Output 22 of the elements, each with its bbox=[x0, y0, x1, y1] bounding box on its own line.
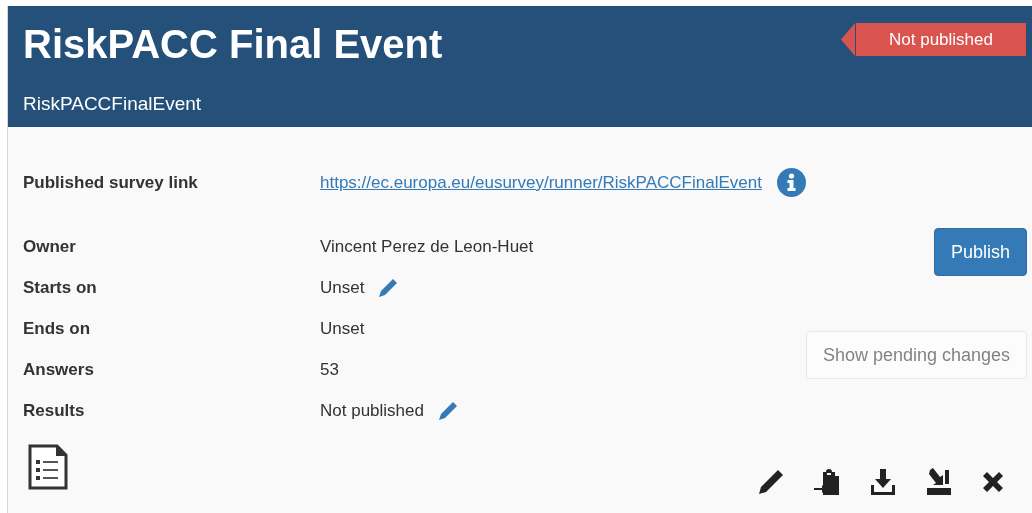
badge-arrow-icon bbox=[841, 23, 855, 56]
survey-alias: RiskPACCFinalEvent bbox=[23, 92, 203, 116]
field-label: Results bbox=[23, 399, 86, 422]
field-label: Starts on bbox=[23, 276, 98, 299]
survey-link[interactable]: https://ec.europa.eu/eusurvey/runner/RiskPACCFinalEvent bbox=[320, 169, 762, 196]
field-label: Ends on bbox=[23, 317, 92, 340]
field-value: Vincent Perez de Leon-Huet bbox=[320, 235, 534, 258]
info-icon[interactable] bbox=[776, 168, 806, 197]
publish-button[interactable]: Publish bbox=[934, 228, 1028, 276]
download-icon[interactable] bbox=[868, 467, 898, 497]
field-value: Unset bbox=[320, 317, 365, 340]
field-label: Answers bbox=[23, 358, 95, 381]
field-value: Not published bbox=[320, 399, 424, 422]
field-value: 53 bbox=[320, 358, 339, 381]
tray-arrow-icon[interactable] bbox=[924, 467, 954, 497]
clipboard-import-icon[interactable] bbox=[812, 467, 842, 497]
field-value: Unset bbox=[320, 276, 365, 299]
field-label: Published survey link bbox=[23, 171, 199, 194]
field-label: Owner bbox=[23, 235, 77, 258]
document-list-icon bbox=[27, 443, 69, 491]
edit-icon[interactable] bbox=[756, 467, 786, 497]
survey-title: RiskPACC Final Event bbox=[23, 22, 443, 66]
